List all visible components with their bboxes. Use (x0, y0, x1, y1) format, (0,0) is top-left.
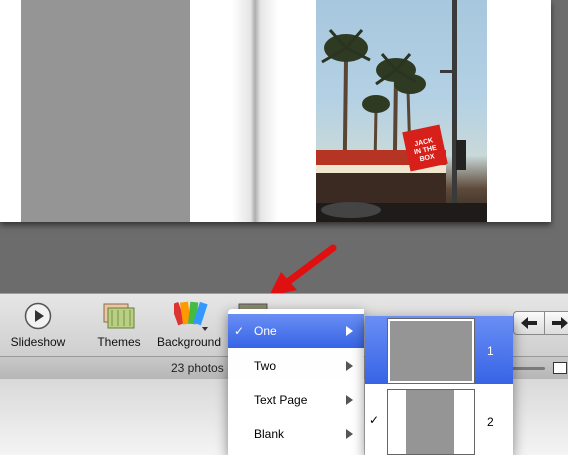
layout-option-number: 2 (487, 415, 494, 429)
photo-count: 23 photos (171, 361, 224, 375)
menu-item-two[interactable]: Two (228, 349, 364, 383)
book-gutter (232, 0, 278, 222)
slideshow-button[interactable]: Slideshow (6, 296, 70, 354)
zoom-icon[interactable] (553, 362, 567, 374)
nav-divider (544, 312, 545, 334)
menu-item-label: Two (254, 359, 277, 373)
themes-icon (103, 303, 135, 329)
book-spread: JACK IN THE BOX (0, 0, 551, 222)
layout-submenu: 1 ✓ 2 (365, 316, 513, 455)
layout-option-2[interactable]: ✓ 2 (365, 387, 513, 455)
menu-item-text-page[interactable]: Text Page (228, 383, 364, 417)
layout-option-1[interactable]: 1 (365, 316, 513, 384)
play-icon (24, 302, 52, 330)
layout-option-number: 1 (487, 344, 494, 358)
background-button[interactable]: Background (154, 296, 224, 354)
menu-item-one[interactable]: ✓ One (228, 314, 364, 348)
arrow-right-icon[interactable] (552, 317, 568, 329)
palette-icon (174, 301, 208, 331)
left-page-photo-placeholder[interactable] (21, 0, 190, 222)
layout-thumbnail (387, 389, 475, 455)
thumbnail-photo-area (390, 321, 472, 381)
slideshow-label: Slideshow (10, 335, 66, 349)
layout-thumbnail (387, 318, 475, 384)
menu-item-label: Blank (254, 427, 285, 441)
themes-label: Themes (97, 335, 141, 349)
submenu-arrow-icon (346, 429, 353, 439)
arrow-left-icon[interactable] (521, 317, 537, 329)
thumbnail-photo-area (406, 390, 454, 454)
layout-menu: ✓ One Two Text Page Blank (228, 309, 364, 455)
submenu-arrow-icon (346, 361, 353, 371)
background-label: Background (156, 335, 222, 349)
submenu-arrow-icon (346, 395, 353, 405)
menu-item-label: One (254, 324, 277, 338)
menu-item-one-checkmark: ✓ (234, 324, 245, 338)
submenu-arrow-icon (346, 326, 353, 336)
right-page-photo[interactable]: JACK IN THE BOX (316, 0, 487, 222)
menu-item-label: Text Page (254, 393, 308, 407)
page-nav-buttons (513, 311, 568, 335)
themes-button[interactable]: Themes (92, 296, 146, 354)
menu-item-blank[interactable]: Blank (228, 417, 364, 451)
layout-option-checkmark: ✓ (369, 413, 380, 427)
